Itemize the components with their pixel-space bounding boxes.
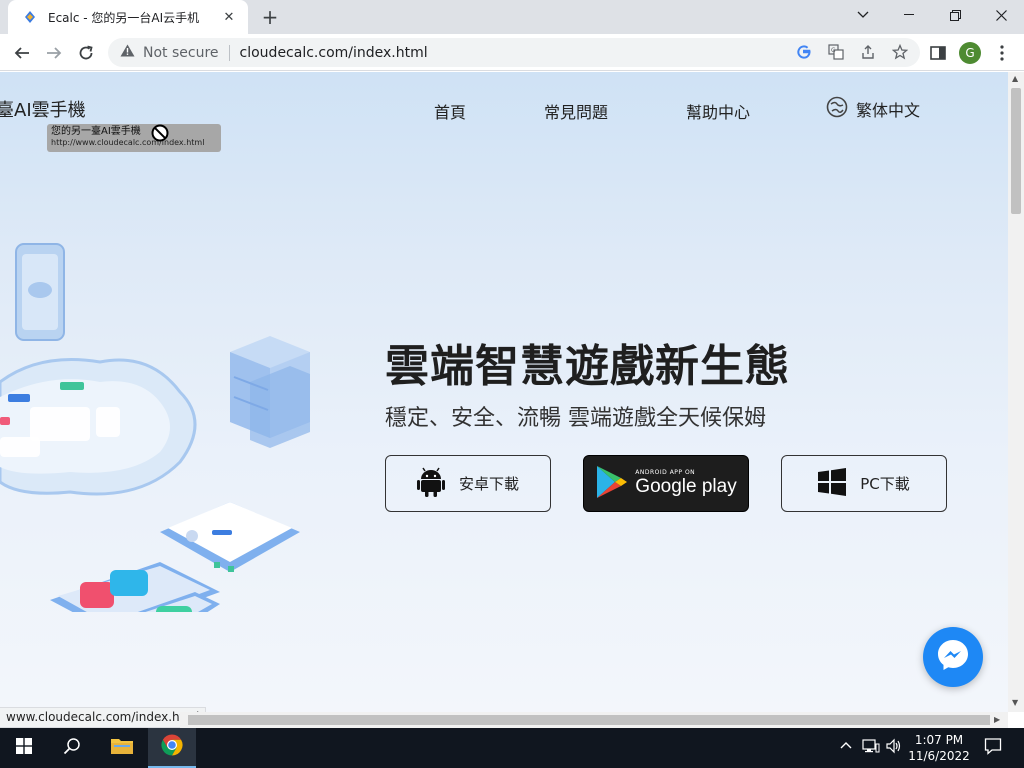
google-play-small-text: ANDROID APP ON (635, 469, 696, 476)
scroll-down-icon[interactable]: ▼ (1012, 698, 1018, 707)
address-bar[interactable]: Not secure cloudecalc.com/index.html G (108, 38, 920, 67)
omnibox-divider (228, 44, 230, 61)
show-hidden-icons[interactable] (840, 738, 852, 753)
google-play-icon (595, 464, 629, 504)
tab-close-icon[interactable]: ✕ (220, 8, 238, 26)
profile-avatar[interactable]: G (956, 39, 984, 67)
not-allowed-cursor-icon (150, 123, 170, 147)
translate-icon[interactable]: G (826, 42, 846, 62)
site-favicon-icon (22, 9, 38, 25)
link-tooltip: 您的另一臺AI雲手機 http://www.cloudecalc.com/ind… (47, 124, 221, 152)
clock-time: 1:07 PM (914, 733, 964, 747)
taskbar-file-explorer[interactable] (98, 728, 146, 768)
hero-subtitle: 穩定、安全、流暢 雲端遊戲全天候保姆 (385, 406, 766, 431)
close-window-button[interactable] (978, 0, 1024, 30)
minimize-button[interactable] (886, 0, 932, 30)
site-logo[interactable]: 臺AI雲手機 (0, 96, 86, 122)
notifications-icon[interactable] (984, 737, 1002, 759)
vertical-scrollbar[interactable]: ▲ ▼ (1008, 72, 1024, 712)
profile-initial: G (959, 42, 981, 64)
tablet-icon (160, 502, 300, 572)
taskbar-search-button[interactable] (48, 728, 96, 768)
language-label: 繁体中文 (856, 101, 921, 120)
horizontal-scroll-thumb[interactable] (188, 715, 990, 725)
system-clock[interactable]: 1:07 PM 11/6/2022 (906, 732, 972, 764)
pc-download-label: PC下載 (860, 475, 910, 493)
tooltip-title: 您的另一臺AI雲手機 (51, 126, 141, 137)
messenger-icon (936, 638, 970, 676)
windows-icon (818, 467, 847, 500)
tab-strip: Ecalc - 您的另一台AI云手机 ✕ + (0, 0, 1024, 34)
tab-search-icon[interactable] (840, 0, 886, 30)
network-icon[interactable] (862, 738, 880, 758)
clock-date: 11/6/2022 (908, 749, 970, 763)
warning-icon[interactable] (120, 44, 135, 61)
android-download-label: 安卓下載 (458, 475, 519, 493)
forward-button[interactable] (40, 39, 68, 67)
page-viewport: 臺AI雲手機 首頁 常見問題 幫助中心 繁体中文 您的另一臺AI雲手機 http… (0, 72, 1008, 712)
vertical-scroll-thumb[interactable] (1011, 88, 1021, 214)
security-label[interactable]: Not secure (143, 45, 219, 61)
windows-start-icon (16, 738, 32, 758)
nav-home[interactable]: 首頁 (434, 99, 466, 123)
tab-title: Ecalc - 您的另一台AI云手机 (48, 10, 200, 25)
volume-icon[interactable] (886, 738, 902, 758)
server-icon (230, 336, 310, 448)
pc-download-button[interactable]: PC下載 (781, 455, 947, 512)
chrome-menu-icon[interactable] (988, 39, 1016, 67)
scroll-right-icon[interactable]: ▶ (994, 715, 1000, 724)
browser-toolbar: Not secure cloudecalc.com/index.html G G (0, 34, 1024, 71)
cloud-phone-illustration (0, 243, 310, 612)
phone-icon (15, 243, 65, 341)
share-icon[interactable] (858, 42, 878, 62)
google-play-button[interactable]: ANDROID APP ON Google play (583, 455, 749, 512)
chrome-icon (160, 733, 184, 761)
google-lens-icon[interactable] (794, 42, 814, 62)
google-play-big-text: Google play (635, 476, 737, 497)
new-tab-button[interactable]: + (258, 5, 282, 29)
android-download-button[interactable]: 安卓下載 (385, 455, 551, 512)
nav-faq[interactable]: 常見問題 (544, 99, 608, 123)
horizontal-scrollbar[interactable]: ▶ (180, 712, 1008, 728)
windows-taskbar: 1:07 PM 11/6/2022 (0, 728, 1024, 768)
tooltip-url: http://www.cloudecalc.com/index.html (51, 138, 205, 147)
language-icon (826, 96, 848, 122)
android-icon (416, 467, 445, 501)
messenger-chat-button[interactable] (923, 627, 983, 687)
bookmark-star-icon[interactable] (890, 42, 910, 62)
nav-help[interactable]: 幫助中心 (686, 99, 750, 123)
svg-text:G: G (831, 47, 836, 54)
taskbar-chrome[interactable] (148, 728, 196, 768)
restore-button[interactable] (932, 0, 978, 30)
google-play-text: ANDROID APP ON Google play (635, 469, 736, 498)
browser-tab-active[interactable]: Ecalc - 您的另一台AI云手机 ✕ (8, 0, 248, 34)
scroll-up-icon[interactable]: ▲ (1012, 74, 1018, 83)
cloud-icon (0, 358, 197, 496)
back-button[interactable] (8, 39, 36, 67)
side-panel-icon[interactable] (924, 39, 952, 67)
search-icon (63, 737, 81, 759)
start-button[interactable] (0, 728, 48, 768)
language-switcher[interactable]: 繁体中文 (826, 96, 920, 122)
folder-icon (110, 736, 134, 760)
omnibox-actions: G (794, 42, 910, 62)
url-text[interactable]: cloudecalc.com/index.html (240, 45, 428, 61)
status-bar-url: www.cloudecalc.com/index.html (0, 707, 207, 728)
reload-button[interactable] (72, 39, 100, 67)
hero-title: 雲端智慧遊戲新生態 (385, 341, 790, 392)
